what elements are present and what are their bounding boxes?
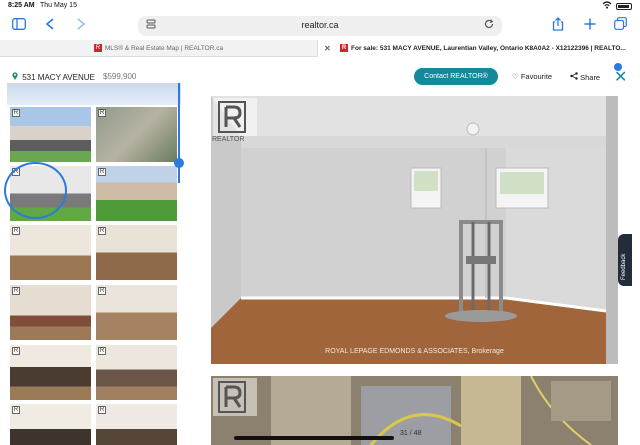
thumbnail-exterior-rear[interactable]: R — [96, 166, 177, 221]
share-sheet-icon[interactable] — [552, 17, 564, 34]
thumbnail-kitchen-1[interactable]: R — [10, 345, 91, 400]
thumbnail-living-room-stairs[interactable]: R — [10, 225, 91, 280]
tab-overview-icon[interactable] — [614, 17, 627, 33]
tab-label: MLS® & Real Estate Map | REALTOR.ca — [104, 45, 224, 52]
tab-realtor-map[interactable]: R MLS® & Real Estate Map | REALTOR.ca — [0, 40, 318, 57]
url-text: realtor.ca — [301, 20, 339, 30]
battery-icon — [616, 2, 632, 10]
listing-address: 531 MACY AVENUE — [12, 72, 95, 82]
thumbnail-scrollbar[interactable] — [178, 83, 180, 183]
realtor-watermark-icon: R — [12, 227, 20, 235]
new-tab-icon[interactable] — [584, 17, 596, 33]
thumbnail-partial[interactable] — [7, 83, 181, 105]
address-text: 531 MACY AVENUE — [22, 73, 95, 82]
feedback-label: Feedback — [621, 253, 627, 280]
realtor-watermark-icon: R — [12, 347, 20, 355]
selection-ring — [4, 162, 67, 219]
realtor-watermark-icon: R — [98, 347, 106, 355]
scrollbar-handle[interactable] — [174, 158, 184, 168]
thumbnail-exterior-front[interactable]: R — [10, 107, 91, 162]
sidebar-icon[interactable] — [12, 17, 26, 33]
realtor-watermark-icon: R — [12, 287, 20, 295]
thumbnail-kitchen-2[interactable]: R — [96, 345, 177, 400]
tab-label: For sale: 531 MACY AVENUE, Laurentian Va… — [351, 45, 626, 52]
realtor-watermark-icon: R — [98, 168, 106, 176]
status-icons — [602, 1, 632, 11]
realtor-logo-icon — [213, 378, 257, 416]
wifi-icon — [602, 1, 612, 11]
tab-bar: R MLS® & Real Estate Map | REALTOR.ca ✕ R… — [0, 40, 640, 57]
favourite-button[interactable]: ♡ Favourite — [512, 72, 552, 81]
address-bar[interactable]: realtor.ca — [138, 16, 502, 36]
thumbnail-stairway[interactable]: R — [96, 225, 177, 280]
reload-icon[interactable] — [484, 19, 494, 32]
thumbnail-living-room[interactable]: R — [10, 285, 91, 340]
tab-listing[interactable]: ✕ R For sale: 531 MACY AVENUE, Laurentian… — [318, 40, 640, 57]
contact-realtor-button[interactable]: Contact REALTOR® — [414, 68, 498, 85]
realtor-brand-label: REALTOR — [212, 136, 245, 143]
realtor-favicon-icon: R — [340, 44, 348, 53]
realtor-watermark-icon: R — [12, 109, 20, 117]
realtor-watermark-icon: R — [98, 287, 106, 295]
thumbnail-strip[interactable]: R R R R R R R R R R R R — [4, 83, 181, 445]
close-tab-icon[interactable]: ✕ — [324, 40, 331, 57]
share-label: Share — [580, 73, 601, 82]
clock: 8:25 AM — [8, 2, 35, 9]
forward-icon[interactable] — [76, 17, 86, 33]
photo-counter: 31 / 48 — [400, 430, 422, 437]
heart-icon: ♡ — [512, 72, 519, 81]
thumbnail-kitchen-4[interactable]: R — [96, 404, 177, 445]
home-indicator[interactable] — [234, 436, 394, 440]
photo-watermark: ROYAL LEPAGE EDMONDS & ASSOCIATES, Broke… — [325, 348, 504, 355]
back-icon[interactable] — [45, 17, 55, 33]
basement-gym-photo — [211, 96, 618, 364]
share-icon — [570, 72, 580, 82]
thumbnail-dining-room[interactable]: R — [96, 285, 177, 340]
main-photo[interactable]: REALTOR ROYAL LEPAGE EDMONDS & ASSOCIATE… — [211, 96, 618, 364]
realtor-watermark-icon: R — [98, 227, 106, 235]
realtor-watermark-icon: R — [98, 406, 106, 414]
realtor-favicon-icon: R — [93, 44, 102, 53]
location-pin-icon — [12, 72, 20, 82]
share-button[interactable]: Share — [570, 72, 600, 82]
thumbnail-aerial-view[interactable]: R — [96, 107, 177, 162]
selection-handle[interactable] — [614, 63, 622, 71]
thumbnail-kitchen-3[interactable]: R — [10, 404, 91, 445]
date: Thu May 15 — [40, 2, 77, 9]
feedback-tab[interactable]: Feedback — [618, 234, 632, 286]
realtor-watermark-icon: R — [98, 109, 106, 117]
favourite-label: Favourite — [520, 72, 553, 81]
status-bar: 8:25 AM Thu May 15 — [0, 0, 640, 12]
listing-price: $599,900 — [103, 72, 137, 81]
realtor-watermark-icon: R — [12, 406, 20, 414]
browser-toolbar: realtor.ca — [0, 12, 640, 40]
